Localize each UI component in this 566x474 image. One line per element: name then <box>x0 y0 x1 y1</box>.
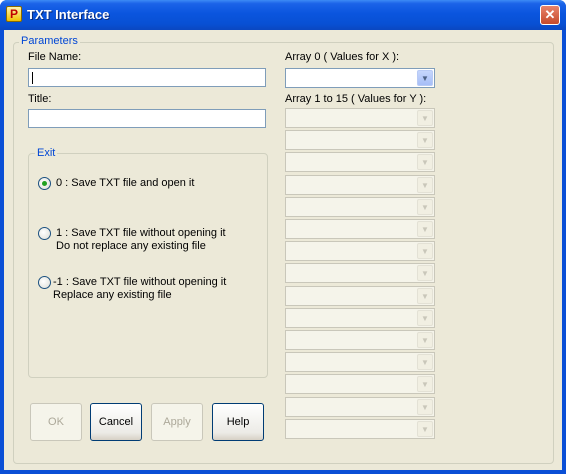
array-y-dropdown-7[interactable]: ▼ <box>285 241 435 262</box>
exit-option-0-line1: 0 : Save TXT file and open it <box>56 177 195 189</box>
exit-legend: Exit <box>35 147 58 159</box>
chevron-down-icon[interactable]: ▼ <box>417 354 433 371</box>
chevron-down-icon[interactable]: ▼ <box>417 70 433 86</box>
parameters-legend: Parameters <box>19 35 80 47</box>
exit-option-1-line1: 1 : Save TXT file without opening it <box>56 227 226 239</box>
window-title: TXT Interface <box>27 7 110 22</box>
file-name-label: File Name: <box>28 51 82 63</box>
chevron-down-icon[interactable]: ▼ <box>417 243 433 260</box>
array-y-dropdown-4[interactable]: ▼ <box>285 174 435 195</box>
chevron-down-icon[interactable]: ▼ <box>417 376 433 393</box>
chevron-down-icon[interactable]: ▼ <box>417 198 433 215</box>
array-y-dropdown-8[interactable]: ▼ <box>285 263 435 284</box>
cancel-button[interactable]: Cancel <box>90 403 142 441</box>
dialog-body: Parameters File Name: Title: Exit 0 : Sa… <box>4 30 562 470</box>
exit-option-2-radio[interactable] <box>38 276 51 289</box>
chevron-down-icon[interactable]: ▼ <box>417 154 433 171</box>
apply-button[interactable]: Apply <box>151 403 203 441</box>
exit-option-1-label: 1 : Save TXT file without opening it Do … <box>56 227 226 253</box>
close-button[interactable]: ✕ <box>540 5 560 25</box>
chevron-down-icon[interactable]: ▼ <box>417 110 433 126</box>
chevron-down-icon[interactable]: ▼ <box>417 332 433 348</box>
array-y-dropdown-14[interactable]: ▼ <box>285 396 435 417</box>
chevron-down-icon[interactable]: ▼ <box>417 132 433 149</box>
text-caret <box>32 72 33 84</box>
array0-label: Array 0 ( Values for X ): <box>285 51 400 63</box>
txt-interface-window: P TXT Interface ✕ Parameters File Name: … <box>0 0 566 474</box>
array-y-dropdown-5[interactable]: ▼ <box>285 196 435 217</box>
array-y-dropdown-15[interactable]: ▼ <box>285 418 435 439</box>
array-y-dropdown-13[interactable]: ▼ <box>285 374 435 395</box>
array-y-dropdown-1[interactable]: ▼ <box>285 108 435 128</box>
array-y-dropdown-10[interactable]: ▼ <box>285 307 435 328</box>
chevron-down-icon[interactable]: ▼ <box>417 398 433 415</box>
exit-option-2-label: -1 : Save TXT file without opening it Re… <box>53 276 226 302</box>
array-y-dropdown-2[interactable]: ▼ <box>285 130 435 151</box>
app-icon: P <box>6 6 22 22</box>
chevron-down-icon[interactable]: ▼ <box>417 309 433 326</box>
array0-dropdown[interactable]: ▼ <box>285 68 435 88</box>
exit-option-2-line2: Replace any existing file <box>53 289 172 301</box>
exit-option-1-radio[interactable] <box>38 227 51 240</box>
help-button[interactable]: Help <box>212 403 264 441</box>
exit-option-2-line1: -1 : Save TXT file without opening it <box>53 276 227 288</box>
array-y-dropdown-6[interactable]: ▼ <box>285 219 435 239</box>
exit-option-0-radio[interactable] <box>38 177 51 190</box>
array-y-dropdown-3[interactable]: ▼ <box>285 152 435 173</box>
exit-option-1-line2: Do not replace any existing file <box>56 240 206 252</box>
array-y-label: Array 1 to 15 ( Values for Y ): <box>285 93 427 105</box>
chevron-down-icon[interactable]: ▼ <box>417 287 433 304</box>
array-y-dropdown-9[interactable]: ▼ <box>285 285 435 306</box>
title-input[interactable] <box>28 109 266 128</box>
array-y-dropdown-12[interactable]: ▼ <box>285 352 435 373</box>
chevron-down-icon[interactable]: ▼ <box>417 420 433 437</box>
title-bar[interactable]: P TXT Interface ✕ <box>0 0 566 30</box>
chevron-down-icon[interactable]: ▼ <box>417 176 433 193</box>
chevron-down-icon[interactable]: ▼ <box>417 221 433 237</box>
ok-button[interactable]: OK <box>30 403 82 441</box>
title-label: Title: <box>28 93 52 105</box>
chevron-down-icon[interactable]: ▼ <box>417 265 433 282</box>
file-name-input[interactable] <box>28 68 266 87</box>
exit-option-0-label: 0 : Save TXT file and open it <box>56 177 194 190</box>
array-y-dropdown-11[interactable]: ▼ <box>285 330 435 350</box>
